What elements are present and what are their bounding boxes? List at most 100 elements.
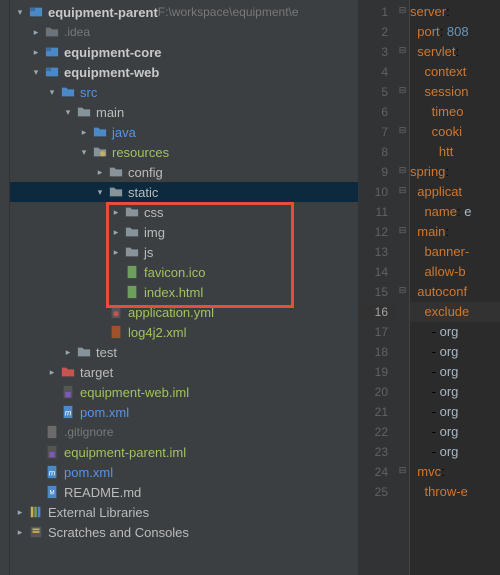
code-line[interactable]: timeo: [410, 102, 500, 122]
code-line[interactable]: servlet:: [410, 42, 500, 62]
tree-item[interactable]: ▸js: [10, 242, 358, 262]
fold-marker[interactable]: ⊟: [396, 280, 409, 300]
tree-item[interactable]: ▸config: [10, 162, 358, 182]
folder-icon: [124, 204, 140, 220]
fold-marker[interactable]: ⊟: [396, 180, 409, 200]
tree-item[interactable]: ▸java: [10, 122, 358, 142]
tree-item[interactable]: equipment-parent.iml: [10, 442, 358, 462]
fold-column[interactable]: ⊟ ⊟ ⊟ ⊟ ⊟ ⊟ ⊟ ⊟ ⊟: [396, 0, 410, 575]
tree-label: equipment-parent: [48, 5, 158, 20]
code-line[interactable]: applicat: [410, 182, 500, 202]
code-line[interactable]: banner-: [410, 242, 500, 262]
tree-item[interactable]: MREADME.md: [10, 482, 358, 502]
line-number: 23: [358, 442, 396, 462]
fold-marker: [396, 380, 409, 400]
tree-item[interactable]: equipment-web.iml: [10, 382, 358, 402]
fold-marker[interactable]: ⊟: [396, 0, 409, 20]
code-line[interactable]: throw-e: [410, 482, 500, 502]
fold-marker: [396, 20, 409, 40]
code-line[interactable]: context: [410, 62, 500, 82]
line-number: 3: [358, 42, 396, 62]
chevron-down-icon: ▾: [30, 67, 42, 78]
chevron-down-icon: ▾: [62, 107, 74, 118]
code-line[interactable]: exclude: [410, 302, 500, 322]
tree-item[interactable]: mpom.xml: [10, 462, 358, 482]
tree-item[interactable]: log4j2.xml: [10, 322, 358, 342]
lib-icon: [28, 504, 44, 520]
tree-item[interactable]: ▸css: [10, 202, 358, 222]
tree-item[interactable]: ▸img: [10, 222, 358, 242]
code-line[interactable]: cooki: [410, 122, 500, 142]
svg-text:M: M: [49, 490, 54, 497]
tree-item[interactable]: ▾resources: [10, 142, 358, 162]
code-line[interactable]: - org: [410, 422, 500, 442]
fold-marker: [396, 240, 409, 260]
code-line[interactable]: - org: [410, 342, 500, 362]
module-icon: [44, 44, 60, 60]
tree-item[interactable]: .gitignore: [10, 422, 358, 442]
chevron-right-icon: ▸: [94, 167, 106, 178]
fold-marker[interactable]: ⊟: [396, 220, 409, 240]
fold-marker[interactable]: ⊟: [396, 80, 409, 100]
code-line[interactable]: - org: [410, 362, 500, 382]
chevron-right-icon: ▸: [30, 27, 42, 38]
code-line[interactable]: - org: [410, 442, 500, 462]
fold-minus-icon: ⊟: [399, 185, 407, 196]
tree-label: .gitignore: [64, 425, 113, 439]
tree-item[interactable]: favicon.ico: [10, 262, 358, 282]
tree-label: application.yml: [128, 305, 214, 320]
code-line[interactable]: spring:: [410, 162, 500, 182]
tree-label: java: [112, 125, 136, 140]
svg-text:m: m: [65, 409, 72, 418]
line-number: 9: [358, 162, 396, 182]
project-path: F:\workspace\equipment\e: [158, 5, 299, 19]
file-y-icon: [108, 304, 124, 320]
code-line[interactable]: - org: [410, 402, 500, 422]
code-area[interactable]: server: port: 808 servlet: context sessi…: [410, 0, 500, 575]
tree-item[interactable]: ▸External Libraries: [10, 502, 358, 522]
chevron-right-icon: ▸: [62, 347, 74, 358]
folder-icon: [76, 344, 92, 360]
folder-ex-icon: [60, 364, 76, 380]
fold-marker[interactable]: ⊟: [396, 120, 409, 140]
code-line[interactable]: autoconf: [410, 282, 500, 302]
tree-root[interactable]: ▾equipment-parent F:\workspace\equipment…: [10, 2, 358, 22]
tree-item[interactable]: ▾src: [10, 82, 358, 102]
tree-item[interactable]: ▸.idea: [10, 22, 358, 42]
fold-marker[interactable]: ⊟: [396, 460, 409, 480]
tree-label: src: [80, 85, 97, 100]
fold-marker[interactable]: ⊟: [396, 40, 409, 60]
code-line[interactable]: session: [410, 82, 500, 102]
tree-label: equipment-web: [64, 65, 159, 80]
file-i-icon: [60, 384, 76, 400]
tree-item[interactable]: ▾ equipment-web: [10, 62, 358, 82]
fold-minus-icon: ⊟: [399, 285, 407, 296]
chevron-right-icon: ▸: [30, 47, 42, 58]
tree-item[interactable]: mpom.xml: [10, 402, 358, 422]
tree-item[interactable]: ▸Scratches and Consoles: [10, 522, 358, 542]
tree-item[interactable]: application.yml: [10, 302, 358, 322]
fold-marker: [396, 200, 409, 220]
code-line[interactable]: server:: [410, 2, 500, 22]
code-line[interactable]: htt: [410, 142, 500, 162]
code-line[interactable]: - org: [410, 382, 500, 402]
code-line[interactable]: main:: [410, 222, 500, 242]
code-line[interactable]: mvc:: [410, 462, 500, 482]
tree-item[interactable]: ▸equipment-core: [10, 42, 358, 62]
code-line[interactable]: - org: [410, 322, 500, 342]
tree-item[interactable]: ▸target: [10, 362, 358, 382]
fold-marker: [396, 300, 409, 320]
fold-marker[interactable]: ⊟: [396, 160, 409, 180]
tree-label: Scratches and Consoles: [48, 525, 189, 540]
code-line[interactable]: allow-b: [410, 262, 500, 282]
line-number: 2: [358, 22, 396, 42]
tree-item[interactable]: ▾main: [10, 102, 358, 122]
file-md-icon: M: [44, 484, 60, 500]
tree-item[interactable]: ▸test: [10, 342, 358, 362]
line-number: 15: [358, 282, 396, 302]
fold-minus-icon: ⊟: [399, 125, 407, 136]
code-line[interactable]: port: 808: [410, 22, 500, 42]
tree-item[interactable]: ▾static: [10, 182, 358, 202]
code-line[interactable]: name: e: [410, 202, 500, 222]
tree-item[interactable]: index.html: [10, 282, 358, 302]
